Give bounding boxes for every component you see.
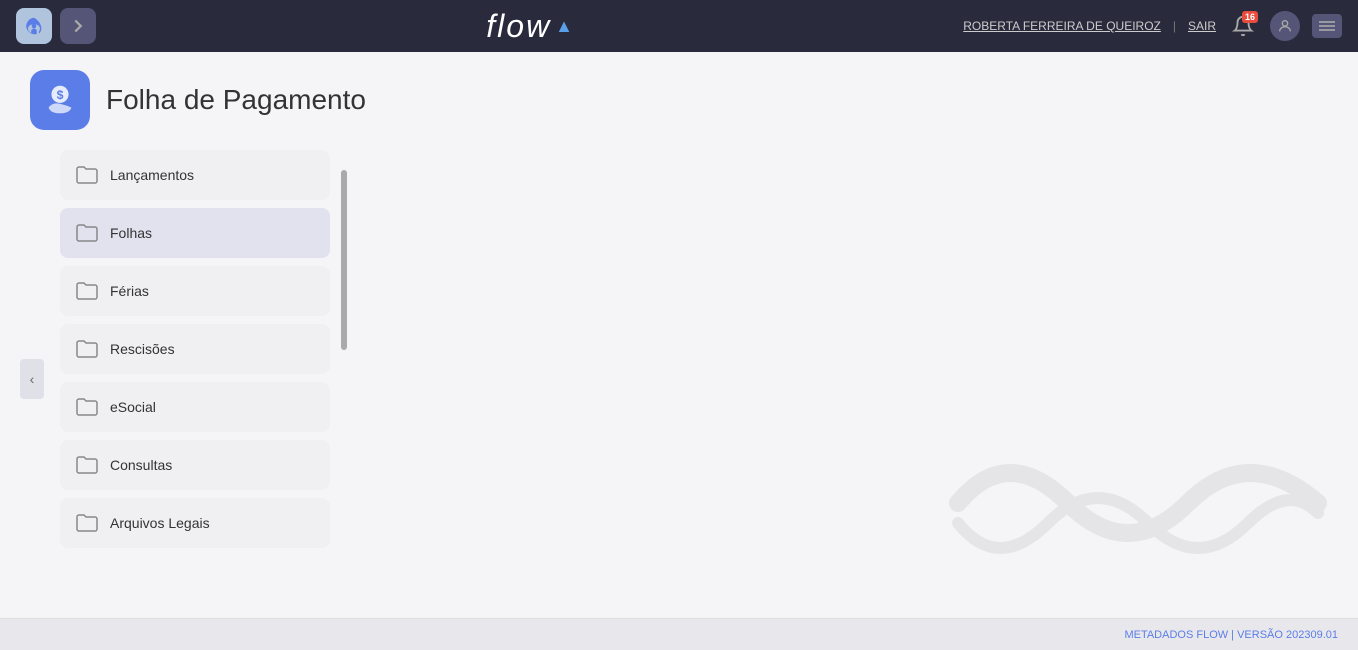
menu-icon-button[interactable] bbox=[1312, 14, 1342, 38]
scrollbar[interactable] bbox=[340, 150, 348, 570]
menu-item-label: Lançamentos bbox=[110, 167, 194, 183]
scroll-thumb[interactable] bbox=[341, 170, 347, 350]
notification-button[interactable]: 16 bbox=[1228, 11, 1258, 41]
nav-left bbox=[16, 8, 96, 44]
nav-separator: | bbox=[1173, 19, 1176, 33]
nav-arrow-button[interactable] bbox=[60, 8, 96, 44]
page-title: Folha de Pagamento bbox=[106, 84, 366, 116]
folder-icon bbox=[76, 164, 98, 186]
sidebar-collapse-button[interactable]: ‹ bbox=[20, 359, 44, 399]
menu-item-folhas[interactable]: Folhas bbox=[60, 208, 330, 258]
folder-icon bbox=[76, 222, 98, 244]
page-icon: $ bbox=[30, 70, 90, 130]
brand-arrow-icon: ▲ bbox=[555, 16, 573, 37]
menu-item-label: Férias bbox=[110, 283, 149, 299]
home-icon-button[interactable] bbox=[16, 8, 52, 44]
footer-text: METADADOS FLOW | VERSÃO 202309.01 bbox=[1124, 629, 1338, 641]
main-content: $ Folha de Pagamento ‹ Lançamentos bbox=[0, 52, 1358, 618]
menu-item-label: Consultas bbox=[110, 457, 172, 473]
user-avatar-button[interactable] bbox=[1270, 11, 1300, 41]
brand-name: flow bbox=[486, 8, 551, 45]
folder-icon bbox=[76, 454, 98, 476]
svg-text:$: $ bbox=[57, 88, 64, 102]
folder-icon bbox=[76, 512, 98, 534]
nav-right: ROBERTA FERREIRA DE QUEIROZ | SAIR 16 bbox=[963, 11, 1342, 41]
page-header: $ Folha de Pagamento bbox=[0, 52, 1358, 140]
logout-link[interactable]: SAIR bbox=[1188, 19, 1216, 33]
brand-center: flow ▲ bbox=[96, 8, 963, 45]
menu-item-label: Arquivos Legais bbox=[110, 515, 210, 531]
menu-item-label: Rescisões bbox=[110, 341, 175, 357]
watermark bbox=[948, 423, 1328, 588]
footer: METADADOS FLOW | VERSÃO 202309.01 bbox=[0, 618, 1358, 650]
folder-icon bbox=[76, 396, 98, 418]
menu-item-label: Folhas bbox=[110, 225, 152, 241]
folder-icon bbox=[76, 338, 98, 360]
menu-item-rescisoes[interactable]: Rescisões bbox=[60, 324, 330, 374]
menu-item-arquivos-legais[interactable]: Arquivos Legais bbox=[60, 498, 330, 548]
menu-item-esocial[interactable]: eSocial bbox=[60, 382, 330, 432]
menu-item-label: eSocial bbox=[110, 399, 156, 415]
folder-icon bbox=[76, 280, 98, 302]
top-navigation: flow ▲ ROBERTA FERREIRA DE QUEIROZ | SAI… bbox=[0, 0, 1358, 52]
menu-item-lancamentos[interactable]: Lançamentos bbox=[60, 150, 330, 200]
notification-badge: 16 bbox=[1242, 11, 1258, 23]
sidebar-area: ‹ Lançamentos Folhas bbox=[0, 140, 1358, 618]
menu-list: Lançamentos Folhas Férias bbox=[60, 140, 330, 618]
menu-item-consultas[interactable]: Consultas bbox=[60, 440, 330, 490]
user-name-link[interactable]: ROBERTA FERREIRA DE QUEIROZ bbox=[963, 19, 1161, 33]
menu-item-ferias[interactable]: Férias bbox=[60, 266, 330, 316]
